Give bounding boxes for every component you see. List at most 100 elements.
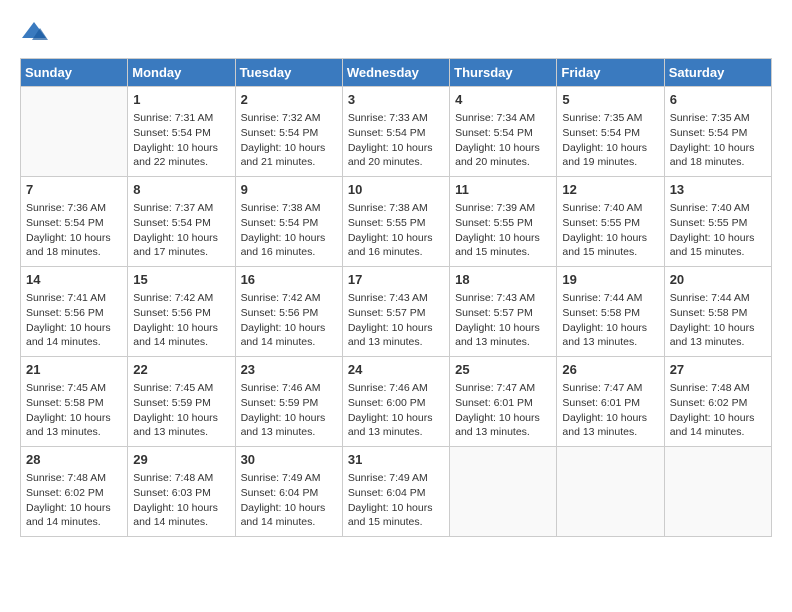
day-info: Sunrise: 7:45 AMSunset: 5:58 PMDaylight:… <box>26 381 122 440</box>
day-info: Sunrise: 7:35 AMSunset: 5:54 PMDaylight:… <box>562 111 658 170</box>
calendar-cell: 25 Sunrise: 7:47 AMSunset: 6:01 PMDayligh… <box>450 357 557 447</box>
day-info: Sunrise: 7:44 AMSunset: 5:58 PMDaylight:… <box>562 291 658 350</box>
calendar-cell: 23 Sunrise: 7:46 AMSunset: 5:59 PMDayligh… <box>235 357 342 447</box>
day-info: Sunrise: 7:35 AMSunset: 5:54 PMDaylight:… <box>670 111 766 170</box>
day-info: Sunrise: 7:42 AMSunset: 5:56 PMDaylight:… <box>241 291 337 350</box>
header-monday: Monday <box>128 59 235 87</box>
day-number: 7 <box>26 181 122 199</box>
day-number: 30 <box>241 451 337 469</box>
week-row-2: 7 Sunrise: 7:36 AMSunset: 5:54 PMDaylight… <box>21 177 772 267</box>
day-number: 28 <box>26 451 122 469</box>
week-row-5: 28 Sunrise: 7:48 AMSunset: 6:02 PMDayligh… <box>21 447 772 537</box>
day-info: Sunrise: 7:48 AMSunset: 6:02 PMDaylight:… <box>26 471 122 530</box>
day-info: Sunrise: 7:47 AMSunset: 6:01 PMDaylight:… <box>455 381 551 440</box>
logo <box>20 20 52 42</box>
day-info: Sunrise: 7:38 AMSunset: 5:54 PMDaylight:… <box>241 201 337 260</box>
day-number: 13 <box>670 181 766 199</box>
calendar-cell: 28 Sunrise: 7:48 AMSunset: 6:02 PMDayligh… <box>21 447 128 537</box>
calendar-cell <box>21 87 128 177</box>
day-info: Sunrise: 7:34 AMSunset: 5:54 PMDaylight:… <box>455 111 551 170</box>
header-friday: Friday <box>557 59 664 87</box>
calendar-cell: 1 Sunrise: 7:31 AMSunset: 5:54 PMDaylight… <box>128 87 235 177</box>
day-info: Sunrise: 7:40 AMSunset: 5:55 PMDaylight:… <box>670 201 766 260</box>
day-number: 27 <box>670 361 766 379</box>
calendar-cell <box>557 447 664 537</box>
calendar-cell: 15Sunrise: 7:42 AMSunset: 5:56 PMDayligh… <box>128 267 235 357</box>
day-info: Sunrise: 7:39 AMSunset: 5:55 PMDaylight:… <box>455 201 551 260</box>
calendar-cell: 14 Sunrise: 7:41 AMSunset: 5:56 PMDayligh… <box>21 267 128 357</box>
day-number: 25 <box>455 361 551 379</box>
calendar-cell: 6 Sunrise: 7:35 AMSunset: 5:54 PMDaylight… <box>664 87 771 177</box>
day-info: Sunrise: 7:37 AMSunset: 5:54 PMDaylight:… <box>133 201 229 260</box>
week-row-3: 14 Sunrise: 7:41 AMSunset: 5:56 PMDayligh… <box>21 267 772 357</box>
calendar-cell: 4 Sunrise: 7:34 AMSunset: 5:54 PMDaylight… <box>450 87 557 177</box>
day-info: Sunrise: 7:46 AMSunset: 6:00 PMDaylight:… <box>348 381 444 440</box>
day-number: 2 <box>241 91 337 109</box>
day-info: Sunrise: 7:49 AMSunset: 6:04 PMDaylight:… <box>348 471 444 530</box>
day-info: Sunrise: 7:48 AMSunset: 6:03 PMDaylight:… <box>133 471 229 530</box>
day-number: 3 <box>348 91 444 109</box>
day-number: 18 <box>455 271 551 289</box>
day-info: Sunrise: 7:31 AMSunset: 5:54 PMDaylight:… <box>133 111 229 170</box>
day-info: Sunrise: 7:43 AMSunset: 5:57 PMDaylight:… <box>455 291 551 350</box>
day-number: 1 <box>133 91 229 109</box>
header-sunday: Sunday <box>21 59 128 87</box>
calendar-cell: 20Sunrise: 7:44 AMSunset: 5:58 PMDayligh… <box>664 267 771 357</box>
day-number: 6 <box>670 91 766 109</box>
calendar-cell: 24 Sunrise: 7:46 AMSunset: 6:00 PMDayligh… <box>342 357 449 447</box>
calendar-cell: 10 Sunrise: 7:38 AMSunset: 5:55 PMDayligh… <box>342 177 449 267</box>
day-number: 29 <box>133 451 229 469</box>
day-number: 4 <box>455 91 551 109</box>
calendar-cell: 17 Sunrise: 7:43 AMSunset: 5:57 PMDayligh… <box>342 267 449 357</box>
day-number: 16 <box>241 271 337 289</box>
day-number: 10 <box>348 181 444 199</box>
day-number: 15 <box>133 271 229 289</box>
calendar-cell: 19Sunrise: 7:44 AMSunset: 5:58 PMDayligh… <box>557 267 664 357</box>
calendar-cell: 26Sunrise: 7:47 AMSunset: 6:01 PMDayligh… <box>557 357 664 447</box>
page-header <box>20 20 772 42</box>
day-number: 21 <box>26 361 122 379</box>
calendar-cell: 11Sunrise: 7:39 AMSunset: 5:55 PMDayligh… <box>450 177 557 267</box>
day-number: 5 <box>562 91 658 109</box>
day-number: 24 <box>348 361 444 379</box>
calendar-cell: 5 Sunrise: 7:35 AMSunset: 5:54 PMDaylight… <box>557 87 664 177</box>
day-info: Sunrise: 7:43 AMSunset: 5:57 PMDaylight:… <box>348 291 444 350</box>
day-number: 14 <box>26 271 122 289</box>
calendar-cell: 30 Sunrise: 7:49 AMSunset: 6:04 PMDayligh… <box>235 447 342 537</box>
calendar-cell: 18 Sunrise: 7:43 AMSunset: 5:57 PMDayligh… <box>450 267 557 357</box>
calendar-cell: 3Sunrise: 7:33 AMSunset: 5:54 PMDaylight… <box>342 87 449 177</box>
calendar-cell: 29 Sunrise: 7:48 AMSunset: 6:03 PMDayligh… <box>128 447 235 537</box>
day-info: Sunrise: 7:45 AMSunset: 5:59 PMDaylight:… <box>133 381 229 440</box>
day-info: Sunrise: 7:48 AMSunset: 6:02 PMDaylight:… <box>670 381 766 440</box>
header-saturday: Saturday <box>664 59 771 87</box>
calendar-cell: 16 Sunrise: 7:42 AMSunset: 5:56 PMDayligh… <box>235 267 342 357</box>
calendar-cell: 7 Sunrise: 7:36 AMSunset: 5:54 PMDaylight… <box>21 177 128 267</box>
logo-icon <box>20 20 48 42</box>
day-info: Sunrise: 7:36 AMSunset: 5:54 PMDaylight:… <box>26 201 122 260</box>
day-info: Sunrise: 7:46 AMSunset: 5:59 PMDaylight:… <box>241 381 337 440</box>
calendar-cell <box>450 447 557 537</box>
day-number: 17 <box>348 271 444 289</box>
day-number: 12 <box>562 181 658 199</box>
calendar-cell <box>664 447 771 537</box>
calendar-cell: 8 Sunrise: 7:37 AMSunset: 5:54 PMDaylight… <box>128 177 235 267</box>
day-info: Sunrise: 7:41 AMSunset: 5:56 PMDaylight:… <box>26 291 122 350</box>
day-info: Sunrise: 7:32 AMSunset: 5:54 PMDaylight:… <box>241 111 337 170</box>
calendar-cell: 12 Sunrise: 7:40 AMSunset: 5:55 PMDayligh… <box>557 177 664 267</box>
day-info: Sunrise: 7:49 AMSunset: 6:04 PMDaylight:… <box>241 471 337 530</box>
day-number: 22 <box>133 361 229 379</box>
day-number: 8 <box>133 181 229 199</box>
week-row-4: 21 Sunrise: 7:45 AMSunset: 5:58 PMDayligh… <box>21 357 772 447</box>
day-number: 31 <box>348 451 444 469</box>
day-info: Sunrise: 7:38 AMSunset: 5:55 PMDaylight:… <box>348 201 444 260</box>
header-thursday: Thursday <box>450 59 557 87</box>
calendar-header-row: SundayMondayTuesdayWednesdayThursdayFrid… <box>21 59 772 87</box>
calendar-table: SundayMondayTuesdayWednesdayThursdayFrid… <box>20 58 772 537</box>
calendar-cell: 9Sunrise: 7:38 AMSunset: 5:54 PMDaylight… <box>235 177 342 267</box>
header-wednesday: Wednesday <box>342 59 449 87</box>
day-number: 26 <box>562 361 658 379</box>
day-info: Sunrise: 7:44 AMSunset: 5:58 PMDaylight:… <box>670 291 766 350</box>
day-info: Sunrise: 7:40 AMSunset: 5:55 PMDaylight:… <box>562 201 658 260</box>
calendar-cell: 27 Sunrise: 7:48 AMSunset: 6:02 PMDayligh… <box>664 357 771 447</box>
day-number: 23 <box>241 361 337 379</box>
